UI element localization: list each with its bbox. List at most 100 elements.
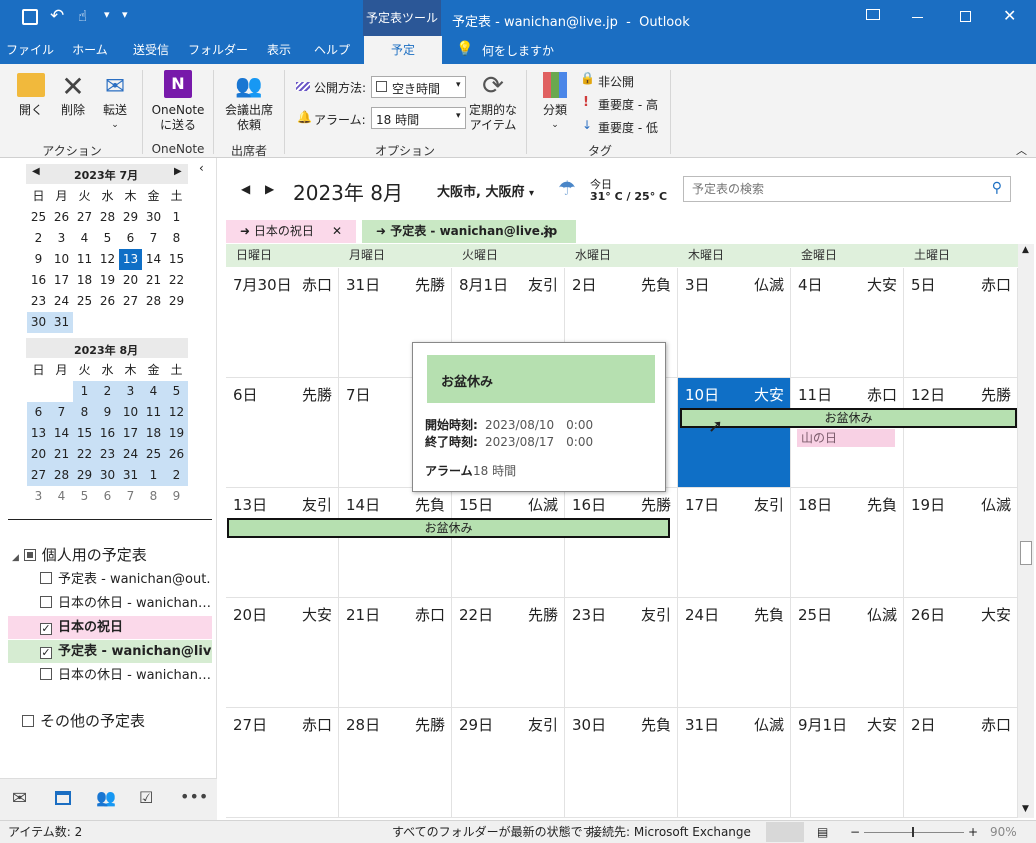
close-tab-icon[interactable]: ✕: [542, 220, 552, 243]
minical-day[interactable]: 5: [96, 228, 119, 249]
minical-day[interactable]: 25: [73, 291, 96, 312]
minical-day[interactable]: 29: [165, 291, 188, 312]
minical-day[interactable]: 9: [96, 402, 119, 423]
minical-day[interactable]: 16: [27, 270, 50, 291]
checkbox[interactable]: [40, 596, 52, 608]
minical-day[interactable]: 16: [96, 423, 119, 444]
day-cell[interactable]: 27日 赤口: [226, 708, 339, 818]
minical-day[interactable]: 29: [73, 465, 96, 486]
checkbox[interactable]: [22, 715, 34, 727]
minical-day[interactable]: 2: [96, 381, 119, 402]
minical-day[interactable]: 28: [96, 207, 119, 228]
mail-icon[interactable]: ✉: [12, 788, 27, 809]
day-cell[interactable]: 10日 大安: [678, 378, 791, 488]
minical-day[interactable]: 30: [142, 207, 165, 228]
day-cell[interactable]: 24日 先負: [678, 598, 791, 708]
minical-day[interactable]: 2: [27, 228, 50, 249]
minical-day[interactable]: 30: [96, 465, 119, 486]
minical-day[interactable]: 6: [27, 402, 50, 423]
minical-day[interactable]: 15: [165, 249, 188, 270]
tab-help[interactable]: ヘルプ: [310, 36, 354, 64]
minical-day[interactable]: 10: [119, 402, 142, 423]
minical-day[interactable]: 5: [73, 486, 96, 507]
tab-view[interactable]: 表示: [258, 36, 300, 64]
folder-item-japan-holidays-jp[interactable]: ✓ 日本の祝日: [8, 616, 212, 639]
day-cell[interactable]: 7月30日 赤口: [226, 268, 339, 378]
minical-day[interactable]: 26: [165, 444, 188, 465]
tasks-icon[interactable]: ☑: [139, 788, 153, 807]
minical-day[interactable]: 17: [50, 270, 73, 291]
minical-day[interactable]: 22: [165, 270, 188, 291]
low-importance-button[interactable]: 重要度 - 低: [598, 119, 658, 136]
day-cell[interactable]: 21日 赤口: [339, 598, 452, 708]
prev-month-icon[interactable]: ◀: [32, 166, 40, 177]
day-cell[interactable]: 22日 先勝: [452, 598, 565, 708]
day-cell[interactable]: 17日 友引: [678, 488, 791, 598]
calendar-icon[interactable]: [55, 791, 71, 805]
minical-day[interactable]: 24: [119, 444, 142, 465]
day-cell[interactable]: 6日 先勝: [226, 378, 339, 488]
minical-day[interactable]: 4: [50, 486, 73, 507]
day-cell[interactable]: 15日 仏滅: [452, 488, 565, 598]
minical-day[interactable]: 21: [142, 270, 165, 291]
minical-day[interactable]: 19: [96, 270, 119, 291]
search-icon[interactable]: ⚲: [992, 180, 1002, 196]
minical-day[interactable]: 26: [96, 291, 119, 312]
minical-day[interactable]: 14: [50, 423, 73, 444]
minical-day[interactable]: 7: [142, 228, 165, 249]
maximize-icon[interactable]: [960, 11, 971, 22]
minical-day[interactable]: 11: [73, 249, 96, 270]
minical-day[interactable]: 4: [142, 381, 165, 402]
minical-day[interactable]: 20: [27, 444, 50, 465]
categorize-button[interactable]: 分類 ⌄: [536, 70, 574, 133]
minical-day[interactable]: 30: [27, 312, 50, 333]
tab-home[interactable]: ホーム: [66, 36, 114, 64]
minical-day[interactable]: 25: [27, 207, 50, 228]
minical-day[interactable]: 7: [119, 486, 142, 507]
show-as-dropdown[interactable]: 空き時間 ▾: [371, 76, 466, 98]
cal-tab-calendar-live[interactable]: ➜ 予定表 - wanichan@live.jp ✕: [362, 220, 576, 243]
event-yamanohi[interactable]: 山の日: [797, 429, 895, 447]
minical-day[interactable]: 8: [165, 228, 188, 249]
minical-day[interactable]: 31: [50, 312, 73, 333]
day-cell[interactable]: 3日 仏滅: [678, 268, 791, 378]
zoom-slider[interactable]: [864, 832, 964, 833]
reading-view-icon[interactable]: ▤: [817, 821, 828, 843]
zoom-out-icon[interactable]: −: [850, 821, 860, 843]
close-icon[interactable]: ✕: [1003, 6, 1016, 25]
send-to-onenote-button[interactable]: N OneNote に送る: [148, 70, 208, 133]
minical-day[interactable]: 28: [142, 291, 165, 312]
scroll-up-icon[interactable]: ▲: [1022, 245, 1029, 255]
tab-appointment[interactable]: 予定: [364, 36, 442, 64]
scroll-thumb[interactable]: [1020, 541, 1032, 565]
normal-view-icon[interactable]: [766, 822, 804, 842]
more-icon[interactable]: •••: [180, 787, 208, 806]
minical-day[interactable]: 21: [50, 444, 73, 465]
cal-tab-holidays[interactable]: ➜ 日本の祝日 ✕: [226, 220, 356, 243]
ribbon-display-options-icon[interactable]: [866, 9, 880, 20]
minical-day[interactable]: 9: [27, 249, 50, 270]
reminder-dropdown[interactable]: 18 時間 ▾: [371, 107, 466, 129]
folder-group-personal[interactable]: ◢ 個人用の予定表: [12, 544, 147, 565]
minical-day[interactable]: 27: [119, 291, 142, 312]
open-button[interactable]: 開く: [14, 70, 48, 118]
people-icon[interactable]: 👥: [96, 788, 116, 807]
checkbox-checked[interactable]: ✓: [40, 647, 52, 659]
folder-item-japan-holidays-2[interactable]: 日本の休日 - wanichan…: [8, 664, 212, 687]
minical-day[interactable]: 23: [27, 291, 50, 312]
minical-day[interactable]: 12: [165, 402, 188, 423]
day-cell[interactable]: 26日 大安: [904, 598, 1018, 708]
recurrence-button[interactable]: ⟳ 定期的な アイテム: [468, 70, 518, 133]
location-dropdown[interactable]: 大阪市, 大阪府 ▾: [437, 181, 534, 200]
day-cell[interactable]: 16日 先勝: [565, 488, 678, 598]
checkbox[interactable]: [40, 668, 52, 680]
minical-day[interactable]: 1: [142, 465, 165, 486]
search-input[interactable]: [692, 178, 982, 200]
minical-day[interactable]: 9: [165, 486, 188, 507]
scroll-down-icon[interactable]: ▼: [1022, 804, 1029, 814]
day-cell[interactable]: 18日 先負: [791, 488, 904, 598]
minical-day[interactable]: 25: [142, 444, 165, 465]
checkbox-checked[interactable]: ✓: [40, 623, 52, 635]
minical-day[interactable]: 22: [73, 444, 96, 465]
day-cell[interactable]: 20日 大安: [226, 598, 339, 708]
